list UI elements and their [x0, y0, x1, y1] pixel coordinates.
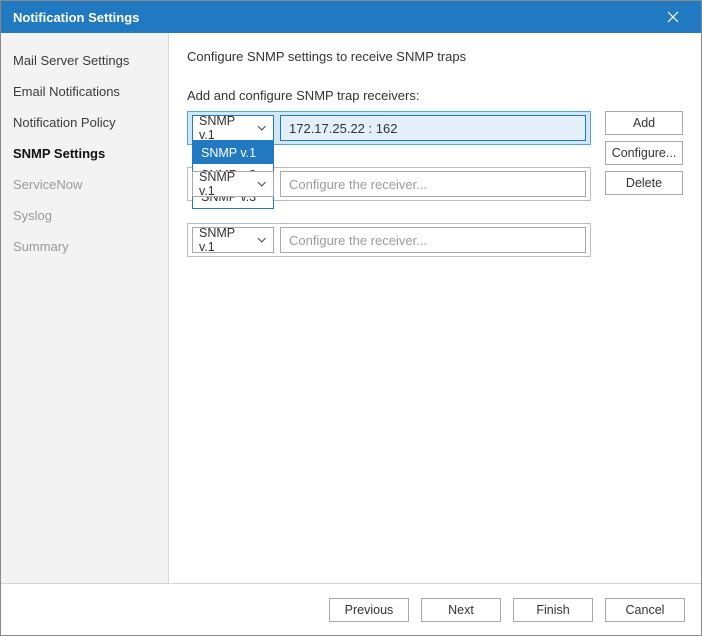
- receiver-address-input[interactable]: 172.17.25.22 : 162: [280, 115, 586, 141]
- sidebar-item-servicenow[interactable]: ServiceNow: [1, 169, 168, 200]
- sidebar-item-syslog[interactable]: Syslog: [1, 200, 168, 231]
- version-select[interactable]: SNMP v.1: [192, 227, 274, 253]
- add-button[interactable]: Add: [605, 111, 683, 135]
- chevron-down-icon: [257, 125, 267, 131]
- section-label: Add and configure SNMP trap receivers:: [187, 88, 683, 103]
- delete-button[interactable]: Delete: [605, 171, 683, 195]
- receiver-rows: SNMP v.1 172.17.25.22 : 162 SNMP v.1 SNM…: [187, 111, 591, 257]
- receiver-row[interactable]: SNMP v.1 172.17.25.22 : 162 SNMP v.1 SNM…: [187, 111, 591, 145]
- receiver-row[interactable]: SNMP v.1 Configure the receiver...: [187, 167, 591, 201]
- sidebar-item-email-notifications[interactable]: Email Notifications: [1, 76, 168, 107]
- receiver-address-input[interactable]: Configure the receiver...: [280, 227, 586, 253]
- version-option[interactable]: SNMP v.1: [193, 142, 273, 164]
- dialog-body: Mail Server Settings Email Notifications…: [1, 33, 701, 583]
- version-select-value: SNMP v.1: [199, 226, 251, 254]
- next-button[interactable]: Next: [421, 598, 501, 622]
- sidebar-item-summary[interactable]: Summary: [1, 231, 168, 262]
- sidebar-item-notification-policy[interactable]: Notification Policy: [1, 107, 168, 138]
- chevron-down-icon: [257, 237, 267, 243]
- version-select[interactable]: SNMP v.1: [192, 115, 274, 141]
- chevron-down-icon: [257, 181, 267, 187]
- notification-settings-window: Notification Settings Mail Server Settin…: [0, 0, 702, 636]
- receivers-area: SNMP v.1 172.17.25.22 : 162 SNMP v.1 SNM…: [187, 111, 683, 257]
- version-select[interactable]: SNMP v.1: [192, 171, 274, 197]
- configure-button[interactable]: Configure...: [605, 141, 683, 165]
- finish-button[interactable]: Finish: [513, 598, 593, 622]
- version-select-value: SNMP v.1: [199, 114, 251, 142]
- previous-button[interactable]: Previous: [329, 598, 409, 622]
- main-panel: Configure SNMP settings to receive SNMP …: [169, 33, 701, 583]
- close-button[interactable]: [653, 1, 693, 33]
- receiver-row[interactable]: SNMP v.1 Configure the receiver...: [187, 223, 591, 257]
- action-buttons: Add Configure... Delete: [605, 111, 683, 195]
- page-heading: Configure SNMP settings to receive SNMP …: [187, 49, 683, 64]
- version-select-value: SNMP v.1: [199, 170, 251, 198]
- window-title: Notification Settings: [13, 10, 653, 25]
- receiver-address-input[interactable]: Configure the receiver...: [280, 171, 586, 197]
- footer: Previous Next Finish Cancel: [1, 583, 701, 635]
- sidebar-item-mail-server-settings[interactable]: Mail Server Settings: [1, 45, 168, 76]
- sidebar: Mail Server Settings Email Notifications…: [1, 33, 169, 583]
- close-icon: [667, 11, 679, 23]
- titlebar: Notification Settings: [1, 1, 701, 33]
- sidebar-item-snmp-settings[interactable]: SNMP Settings: [1, 138, 168, 169]
- cancel-button[interactable]: Cancel: [605, 598, 685, 622]
